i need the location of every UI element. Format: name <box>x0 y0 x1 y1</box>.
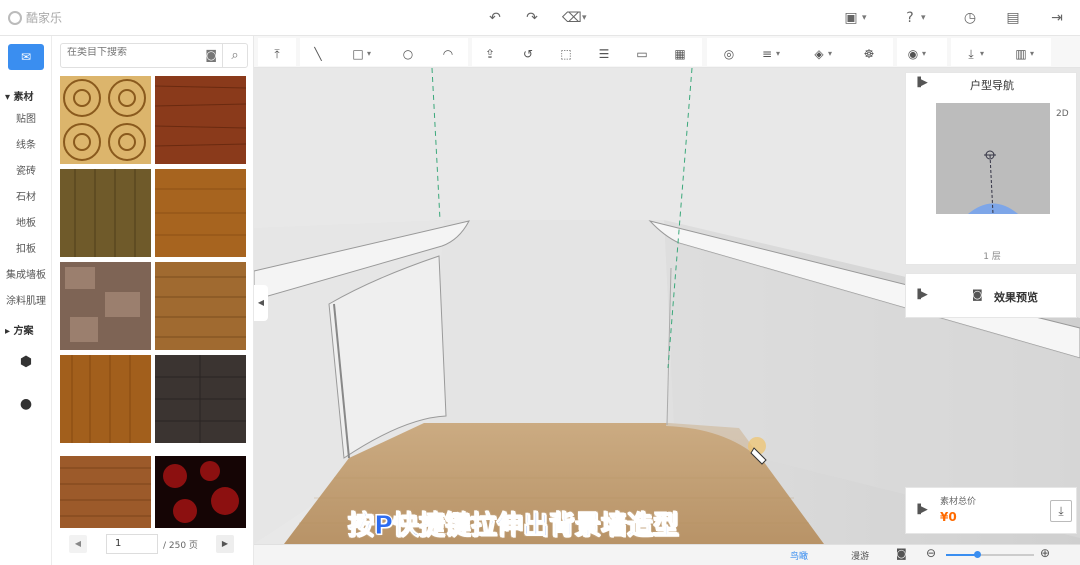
align-icon[interactable]: ≡ ▾ <box>759 46 780 62</box>
nav-item-floor[interactable]: 地板 <box>0 214 52 229</box>
material-tile[interactable] <box>60 169 151 257</box>
tool-bar: ⤒ ╲ □ ▾ ○ ◠ ⇪ ↺ ⬚ ☰ ▭ ▦ ◎ ≡ ▾ ◈ ▾ ☸ ◉ ▾ ⤓ ▾ ▥… <box>254 36 1080 68</box>
search-icon[interactable]: ⌕ <box>222 43 247 68</box>
page-total: / 250 页 <box>163 541 198 551</box>
redo-icon[interactable]: ↷ <box>523 9 541 27</box>
line-tool-icon[interactable]: ╲ <box>310 46 326 62</box>
material-panel: ◙ ⌕ <box>53 36 254 565</box>
material-tile[interactable] <box>60 76 151 164</box>
arc-tool-icon[interactable]: ◠ <box>440 46 456 62</box>
cost-label: 素材总价 <box>940 497 977 507</box>
screenshot-icon[interactable]: ◙ <box>896 547 907 560</box>
section-materials[interactable]: ▾ 素材 <box>5 88 34 103</box>
nav-item-coatings[interactable]: 涂料肌理 <box>0 292 52 307</box>
undo-icon[interactable]: ↶ <box>486 9 504 27</box>
tutorial-caption: 按P快捷键拉伸出背景墙造型 <box>347 511 680 542</box>
material-icon[interactable]: ☸ <box>861 46 877 62</box>
select-icon[interactable]: ⬚ <box>558 46 574 62</box>
nav-item-panels[interactable]: 扣板 <box>0 240 52 255</box>
navigator-title: 户型导航 <box>970 79 1014 92</box>
page-input[interactable]: 1 <box>106 534 158 554</box>
collapse-panel-button[interactable]: ◀ <box>254 285 268 321</box>
download-icon[interactable]: ⤓ ▾ <box>963 46 984 62</box>
material-tile[interactable] <box>155 355 246 443</box>
nav-item-wall-board[interactable]: 集成墙板 <box>0 266 52 281</box>
logo-icon <box>8 10 22 25</box>
upload-icon[interactable]: ⤒ <box>269 46 285 62</box>
circle-tool-icon[interactable]: ○ <box>400 46 416 62</box>
material-tile[interactable] <box>60 448 151 536</box>
material-tile[interactable] <box>60 262 151 350</box>
panel-icon[interactable]: ▭ <box>634 46 650 62</box>
floor-label[interactable]: 1 层 <box>906 249 1078 262</box>
bottom-bar: 鸟瞰 漫游 ◙ ⊖ ⊕ <box>254 544 1080 565</box>
zoom-handle[interactable] <box>974 551 981 558</box>
follow-me-icon[interactable]: ↺ <box>520 46 536 62</box>
app-logo[interactable]: 酷家乐 <box>8 9 62 26</box>
nav-item-lines[interactable]: 线条 <box>0 136 52 151</box>
grid-icon[interactable]: ▦ <box>672 46 688 62</box>
push-pull-icon[interactable]: ⇪ <box>482 46 498 62</box>
section-plans[interactable]: ▸ 方案 <box>5 322 34 337</box>
pagination: ◀ 1 / 250 页 ▶ <box>53 531 254 559</box>
left-nav: ✉ ▾ 素材 贴图 线条 瓷砖 石材 地板 扣板 集成墙板 涂料肌理 ▸ 方案 … <box>0 36 52 565</box>
paint-icon[interactable]: ◈ ▾ <box>811 46 832 62</box>
search-box: ◙ ⌕ <box>60 43 248 68</box>
effect-preview-card[interactable]: ▐▶ ◙ 效果预览 <box>905 273 1077 318</box>
zoom-in-icon[interactable]: ⊕ <box>1040 546 1050 560</box>
material-tile[interactable] <box>155 169 246 257</box>
exit-icon[interactable]: ⇥ <box>1048 9 1066 27</box>
offset-icon[interactable]: ☰ <box>596 46 612 62</box>
camera-icon: ◙ <box>972 288 983 301</box>
next-page-button[interactable]: ▶ <box>216 535 234 553</box>
top-bar: 酷家乐 ↶ ↷ ⌫ ▾ ▣ ▾ ? ▾ ◷ ▤ ⇥ <box>0 0 1080 36</box>
zoom-out-icon[interactable]: ⊖ <box>926 546 936 560</box>
save-menu-icon[interactable]: ▣ ▾ <box>842 9 866 27</box>
map-icon[interactable]: ▥ ▾ <box>1013 46 1034 62</box>
measure-icon[interactable]: ◎ <box>721 46 737 62</box>
material-tile[interactable] <box>155 262 246 350</box>
prev-page-button[interactable]: ◀ <box>69 535 87 553</box>
view-icon[interactable]: ◉ ▾ <box>905 46 926 62</box>
mode-2d-toggle[interactable]: 2D <box>1056 109 1069 119</box>
user-icon[interactable]: ● <box>18 396 34 412</box>
expand-cost-icon[interactable]: ▐▶ <box>914 505 928 515</box>
logo-text: 酷家乐 <box>26 11 63 25</box>
eraser-icon[interactable]: ⌫ ▾ <box>562 9 587 27</box>
search-input[interactable] <box>67 47 197 58</box>
rectangle-tool-icon[interactable]: □ ▾ <box>350 46 371 62</box>
view-roam-button[interactable]: 漫游 <box>851 549 869 562</box>
material-tile[interactable] <box>155 448 246 536</box>
history-icon[interactable]: ◷ <box>961 9 979 27</box>
nav-item-tiles[interactable]: 瓷砖 <box>0 162 52 177</box>
material-tile[interactable] <box>155 76 246 164</box>
save-icon[interactable]: ▤ <box>1004 9 1022 27</box>
camera-search-icon[interactable]: ◙ <box>205 48 217 62</box>
effect-preview-label: 效果预览 <box>994 291 1038 304</box>
view-aerial-button[interactable]: 鸟瞰 <box>790 549 808 562</box>
floorplan-navigator: ▐▶ 户型导航 2D 1 层 <box>905 72 1077 265</box>
nav-item-tiepian[interactable]: 贴图 <box>0 110 52 125</box>
model-library-icon[interactable]: ⬢ <box>18 354 34 370</box>
materials-tab-icon[interactable]: ✉ <box>8 44 44 70</box>
minimap[interactable] <box>936 103 1050 214</box>
cost-card: ▐▶ 素材总价 ¥0 ⤓ <box>905 487 1077 534</box>
help-icon[interactable]: ? ▾ <box>901 9 925 27</box>
cost-value: ¥0 <box>940 510 957 524</box>
export-list-icon[interactable]: ⤓ <box>1050 500 1072 522</box>
nav-item-stone[interactable]: 石材 <box>0 188 52 203</box>
material-tile[interactable] <box>60 355 151 443</box>
zoom-slider[interactable] <box>946 551 1034 558</box>
expand-arrow-icon[interactable]: ▐▶ <box>914 290 928 300</box>
